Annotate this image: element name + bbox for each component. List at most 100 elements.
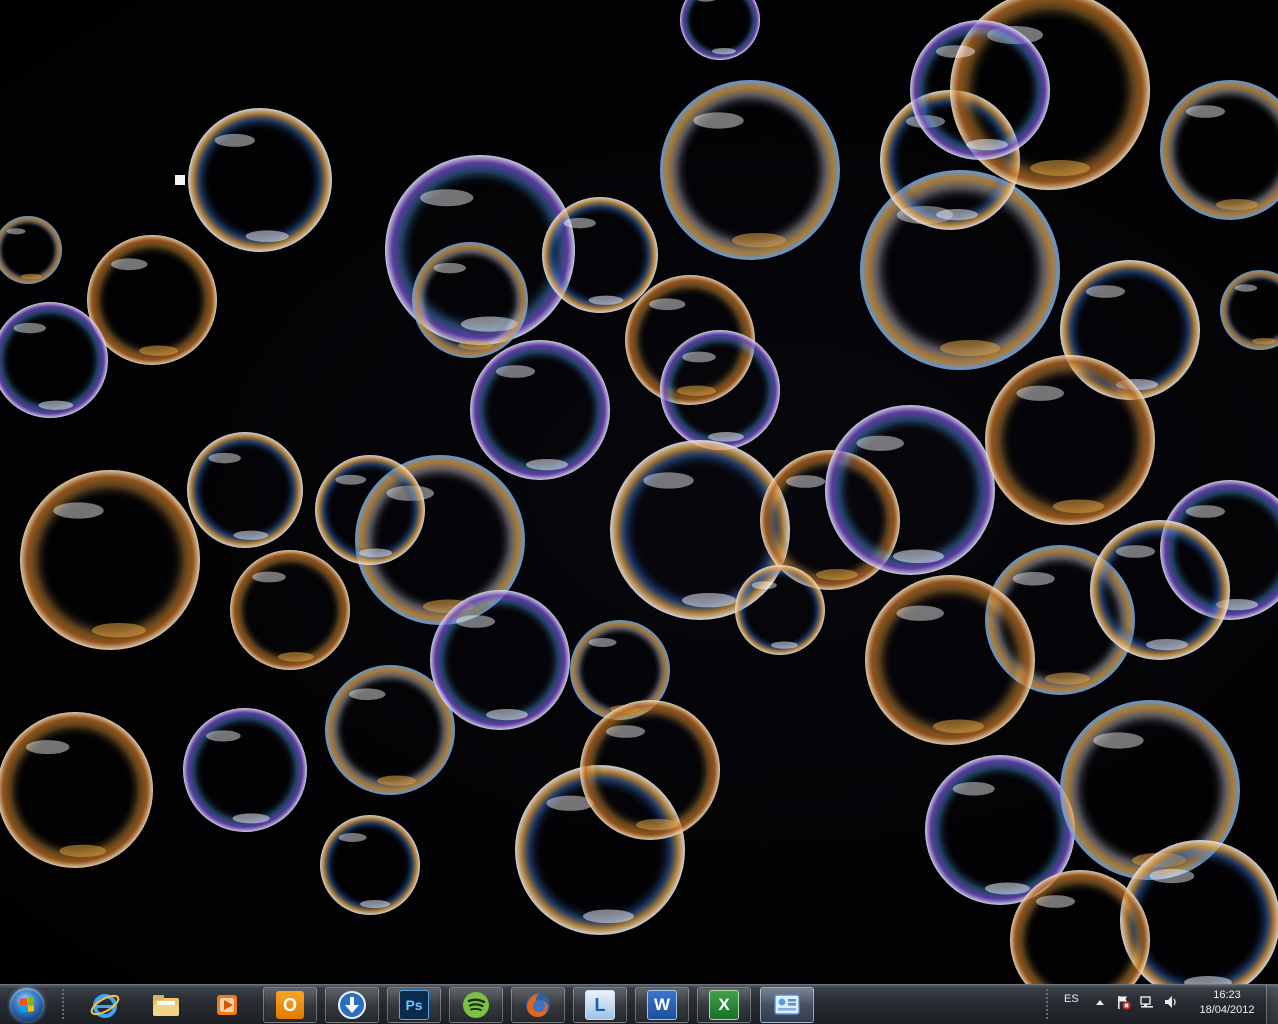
desktop	[0, 0, 1278, 984]
bubble	[1160, 80, 1278, 220]
start-button[interactable]	[6, 986, 48, 1024]
wallpaper-image	[0, 0, 1278, 984]
bubble	[430, 590, 570, 730]
bubble	[1090, 520, 1230, 660]
bubble-reflection	[933, 719, 984, 734]
bubble-reflection	[1146, 639, 1188, 651]
bubble	[230, 550, 350, 670]
taskbar-media-player-button[interactable]	[200, 987, 254, 1023]
bubble-highlight	[111, 258, 148, 271]
internet-explorer-icon	[90, 994, 120, 1018]
show-desktop-button[interactable]	[1266, 985, 1278, 1024]
bubble-highlight	[1185, 105, 1226, 118]
bubble-reflection	[588, 295, 624, 305]
network-icon[interactable]	[1139, 994, 1155, 1010]
bubble	[470, 340, 610, 480]
bubble	[183, 708, 307, 832]
bubble	[1220, 270, 1278, 350]
flag-error-icon[interactable]	[1115, 994, 1131, 1010]
bubble-highlight	[349, 688, 386, 701]
show-hidden-icons-icon[interactable]	[1092, 994, 1108, 1010]
taskbar-lync-button[interactable]: L	[573, 987, 627, 1023]
bubble-highlight	[643, 472, 694, 489]
windows-orb-icon	[10, 988, 44, 1022]
bubble-reflection	[486, 709, 528, 721]
taskbar-separator	[62, 989, 64, 1021]
media-player-icon	[217, 995, 237, 1015]
taskbar-firefox-button[interactable]	[511, 987, 565, 1023]
taskbar: O Ps L W X	[0, 984, 1278, 1024]
bubble	[188, 108, 332, 252]
bubble-reflection	[636, 819, 678, 831]
bubble-highlight	[6, 228, 26, 235]
bubble-reflection	[139, 345, 178, 356]
bubble-highlight	[1012, 572, 1055, 586]
bubble	[735, 565, 825, 655]
bubble	[20, 470, 200, 650]
bubble-highlight	[1093, 732, 1144, 749]
taskbar-windows-explorer-button[interactable]	[139, 987, 193, 1023]
taskbar-spotify-button[interactable]	[449, 987, 503, 1023]
bubble	[542, 197, 658, 313]
bubble-reflection	[966, 139, 1008, 151]
bubble-reflection	[1045, 672, 1090, 685]
spotify-icon	[463, 992, 489, 1018]
bubble-reflection	[21, 273, 42, 280]
language-indicator[interactable]: ES	[1064, 993, 1079, 1005]
taskbar-photoshop-button[interactable]: Ps	[387, 987, 441, 1023]
control-panel-icon	[774, 994, 800, 1015]
bubble-reflection	[233, 530, 269, 540]
bubble-reflection	[816, 569, 858, 581]
clock-time: 16:23	[1213, 989, 1241, 1001]
volume-icon[interactable]	[1163, 994, 1179, 1010]
bubble-highlight	[649, 298, 686, 311]
bubble	[0, 216, 62, 284]
bubble-highlight	[1234, 284, 1258, 292]
bubble	[985, 355, 1155, 525]
bubble-reflection	[893, 549, 944, 564]
bubble-highlight	[420, 189, 474, 207]
taskbar-excel-button[interactable]: X	[697, 987, 751, 1023]
bubble	[660, 330, 780, 450]
bubble-highlight	[433, 262, 466, 274]
bubble-highlight	[1085, 285, 1126, 298]
bubble	[910, 20, 1050, 160]
bubble-reflection	[377, 775, 416, 786]
tray-separator	[1046, 989, 1048, 1021]
excel-icon: X	[709, 990, 739, 1020]
bubble-highlight	[25, 740, 70, 755]
lync-icon: L	[585, 990, 615, 1020]
bubble-highlight	[785, 475, 826, 488]
taskbar-internet-explorer-button[interactable]	[78, 987, 132, 1023]
clock[interactable]: 16:23 18/04/2012	[1196, 988, 1258, 1018]
taskbar-outlook-button[interactable]: O	[263, 987, 317, 1023]
bubble-highlight	[1149, 868, 1195, 884]
taskbar-word-button[interactable]: W	[635, 987, 689, 1023]
firefox-icon	[526, 993, 550, 1017]
bubble-highlight	[1115, 545, 1156, 558]
taskbar-download-manager-button[interactable]	[325, 987, 379, 1023]
bubble-highlight	[693, 112, 744, 129]
bubble-highlight	[856, 435, 905, 451]
bubble	[0, 712, 153, 868]
bubble	[825, 405, 995, 575]
bubble-highlight	[13, 322, 46, 334]
bubble-reflection	[278, 652, 314, 662]
folder-icon	[153, 995, 179, 1016]
bubble	[315, 455, 425, 565]
bubble-reflection	[1053, 499, 1104, 514]
taskbar-control-panel-button[interactable]	[760, 987, 814, 1023]
bubble-reflection	[708, 432, 744, 442]
bubble-highlight	[214, 133, 255, 147]
bubble-reflection	[985, 882, 1030, 895]
bubble-highlight	[896, 605, 945, 621]
bubble-reflection	[360, 900, 390, 908]
bubble-reflection	[1216, 199, 1258, 211]
bubble-reflection	[526, 459, 568, 471]
bubble-highlight	[605, 725, 646, 738]
bubble-highlight	[1185, 505, 1226, 518]
bubble-highlight	[563, 217, 596, 229]
bubble-reflection	[458, 340, 494, 350]
bubble-highlight	[338, 833, 367, 842]
bubble-highlight	[952, 782, 995, 796]
